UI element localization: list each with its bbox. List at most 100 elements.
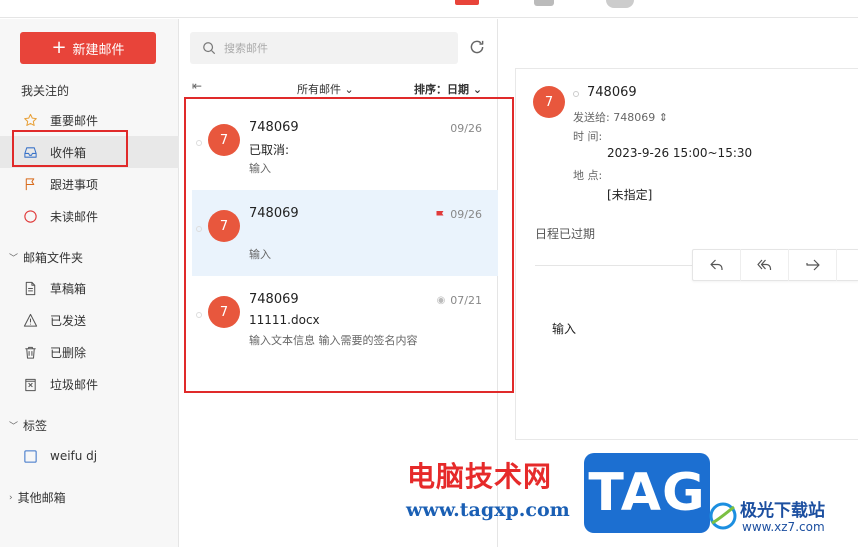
sidebar-item-spam[interactable]: 垃圾邮件 [0,368,179,400]
sidebar-item-inbox[interactable]: 收件箱 [0,136,179,168]
time-value: 2023-9-26 15:00~15:30 [607,146,753,160]
chevron-down-icon: ﹀ [9,254,19,264]
site-watermark: 电脑技术网 www.tagxp.com TAG 极光下载站 www.xz7.co… [404,453,858,547]
plus-icon: + [51,37,67,58]
watermark-jg-name: 极光下载站 [740,501,825,521]
compose-button[interactable]: + 新建邮件 [20,32,156,64]
expand-toggle-icon: ⇕ [655,111,668,124]
unread-dot[interactable] [196,140,202,146]
contacts-tab-icon[interactable] [606,0,634,8]
spam-icon [22,376,38,392]
sidebar-item-followup[interactable]: 跟进事项 [0,168,179,200]
refresh-icon[interactable] [468,38,486,56]
unread-dot[interactable] [573,91,579,97]
mail-date-text: 09/26 [450,208,482,221]
filter-dropdown[interactable]: 所有邮件 ⌄ [297,81,354,97]
search-box[interactable] [190,32,458,64]
tags-section-title: 标签 [23,419,48,433]
mail-preview: 输入 [249,162,271,175]
sidebar-item-unread[interactable]: 未读邮件 [0,200,179,232]
tags-section-toggle[interactable]: ﹀ 标签 [9,417,47,434]
sidebar-item-label: 草稿箱 [50,281,87,296]
place-value: [未指定] [607,188,653,202]
detail-sender: 748069 [587,85,637,100]
sidebar-item-label: 未读邮件 [50,209,99,224]
mail-subject: 已取消: [249,143,290,157]
unread-dot[interactable] [196,312,202,318]
inbox-icon [22,144,38,160]
watermark-tag-logo: TAG [584,453,710,533]
other-mailboxes-toggle[interactable]: › 其他邮箱 [9,489,66,506]
search-input[interactable] [224,41,444,55]
tag-checkbox-icon[interactable] [22,448,38,464]
mail-subject: 11111.docx [249,313,320,327]
watermark-site-url: www.tagxp.com [406,499,570,521]
reply-all-button[interactable] [741,249,789,281]
reply-icon [709,259,723,270]
red-flag-icon[interactable] [435,210,445,220]
mail-tab-icon[interactable] [455,0,479,5]
time-label: 时 间: [573,130,603,143]
filter-label: 所有邮件 [297,83,341,96]
folders-section-toggle[interactable]: ﹀ 邮箱文件夹 [9,249,83,266]
mail-sender: 748069 [249,120,299,135]
mail-date: 09/26 [435,208,482,221]
place-label: 地 点: [573,169,603,182]
reply-all-icon [756,259,771,270]
sidebar-item-tag-weifu[interactable]: weifu dj [0,440,179,472]
mail-detail-pane: 7 748069 发送给: 748069 ⇕ 时 间: 2023-9-26 15… [515,68,858,440]
calendar-tab-icon[interactable] [534,0,554,6]
mail-list-item[interactable]: 7 748069 ◉ 07/21 11111.docx 输入文本信息 输入需要的… [192,276,498,362]
event-expired-text: 日程已过期 [535,227,596,241]
sidebar-item-deleted[interactable]: 已删除 [0,336,179,368]
other-mailboxes-title: 其他邮箱 [17,491,66,505]
sidebar-item-label: 已删除 [50,345,87,360]
mail-date-text: 07/21 [450,294,482,307]
star-icon [22,112,38,128]
collapse-sidebar-icon[interactable]: ⇤ [192,79,202,93]
forward-button[interactable] [789,249,837,281]
sort-label: 排序：日期 [414,83,469,96]
chevron-down-icon: ⌄ [341,83,354,96]
reply-button[interactable] [693,249,741,281]
mail-list-item-selected[interactable]: 7 748069 09/26 输入 [192,190,498,276]
sidebar-item-label: 重要邮件 [50,113,99,128]
sidebar-item-drafts[interactable]: 草稿箱 [0,272,179,304]
avatar: 7 [208,296,240,328]
watermark-jg-logo: 极光下载站 www.xz7.com [704,493,858,547]
sidebar-item-label: 跟进事项 [50,177,99,192]
mail-action-bar [692,249,858,281]
compose-label: 新建邮件 [72,42,125,58]
sidebar-item-sent[interactable]: 已发送 [0,304,179,336]
chevron-down-icon: ⌄ [469,83,483,96]
sidebar-item-label: 已发送 [50,313,87,328]
sidebar-item-label: 垃圾邮件 [50,377,99,392]
chevron-down-icon: ﹀ [9,422,19,432]
favorites-section-title: 我关注的 [21,84,70,98]
detail-recipients[interactable]: 发送给: 748069 ⇕ [573,109,668,125]
mail-date-text: 09/26 [450,122,482,135]
flag-icon [22,176,38,192]
sidebar-item-label: 收件箱 [50,145,87,160]
mail-sender: 748069 [249,206,299,221]
mail-list-item[interactable]: 7 748069 09/26 已取消: 输入 [192,104,498,190]
unread-dot[interactable] [196,226,202,232]
search-icon [203,42,216,55]
recipients-text: 发送给: 748069 [573,111,656,124]
watermark-site-name: 电脑技术网 [407,460,553,493]
list-filter-bar: ⇤ 所有邮件 ⌄ 排序：日期 ⌄ [180,79,498,99]
viewed-icon: ◉ [436,295,446,306]
watermark-jg-url: www.xz7.com [742,520,825,534]
avatar: 7 [533,86,565,118]
draft-icon [22,280,38,296]
trash-icon [22,344,38,360]
sidebar-item-important[interactable]: 重要邮件 [0,104,179,136]
folders-section-title: 邮箱文件夹 [23,251,84,265]
aurora-logo-icon [709,502,737,530]
avatar: 7 [208,210,240,242]
mail-sender: 748069 [249,292,299,307]
sort-dropdown[interactable]: 排序：日期 ⌄ [414,81,482,97]
sidebar-item-label: weifu dj [50,449,98,463]
mail-date: ◉ 07/21 [437,294,482,307]
sidebar: + 新建邮件 我关注的 重要邮件 收件箱 跟进事项 未读邮件 ﹀ 邮箱文件夹 草… [0,19,179,547]
